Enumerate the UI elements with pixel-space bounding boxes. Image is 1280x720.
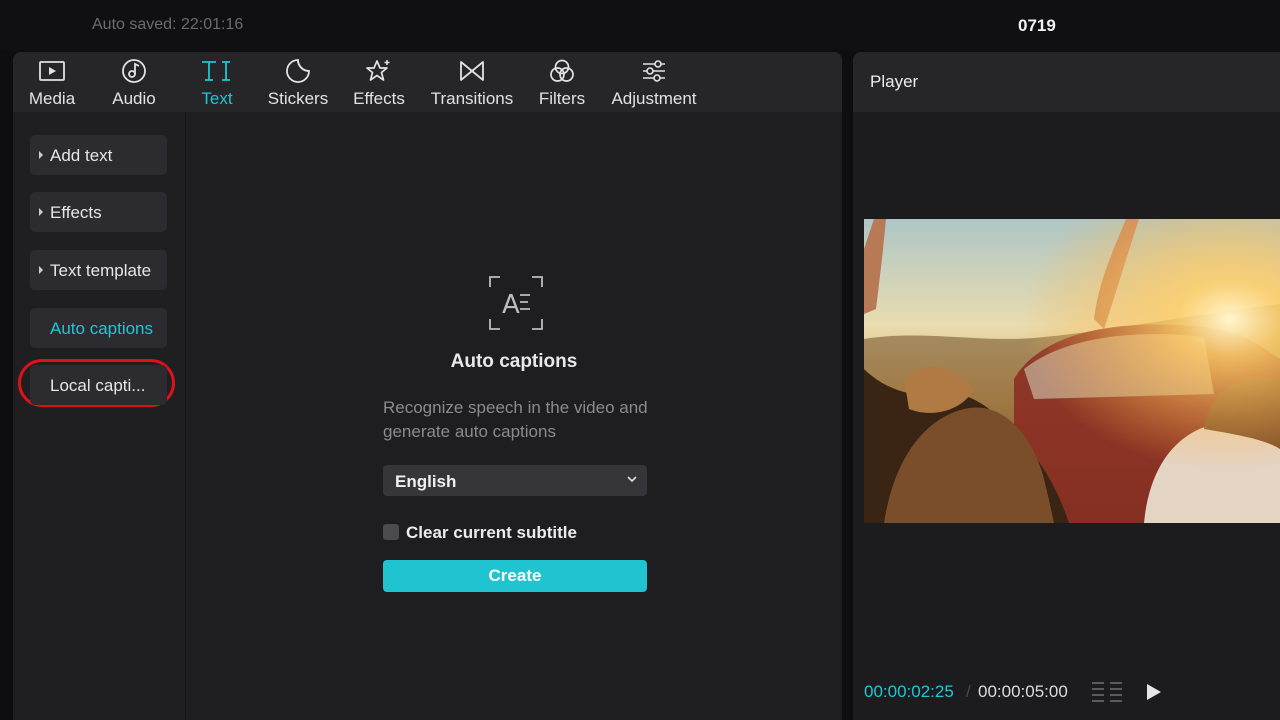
- audio-icon: [122, 59, 146, 83]
- sidebar-item-label: Effects: [50, 203, 102, 222]
- text-icon: [202, 61, 230, 81]
- tab-media[interactable]: Media: [26, 52, 78, 112]
- video-preview[interactable]: [864, 219, 1280, 523]
- sidebar-item-label: Auto captions: [50, 319, 154, 338]
- tab-label: Text: [201, 89, 233, 108]
- auto-captions-icon: A: [489, 276, 543, 330]
- top-bar: Auto saved: 22:01:16 0719: [0, 0, 1280, 50]
- tab-text[interactable]: Text: [195, 52, 239, 112]
- auto-captions-panel: A Auto captions Recognize speech in the …: [186, 112, 842, 720]
- resource-panel: Media Audio Text Stickers Effects Transi…: [13, 52, 842, 720]
- sidebar-item-effects[interactable]: Effects: [30, 192, 167, 232]
- total-time: 00:00:05:00: [978, 682, 1068, 701]
- sidebar-item-auto-captions[interactable]: Auto captions: [30, 308, 167, 348]
- auto-captions-description: Recognize speech in the video and genera…: [383, 398, 648, 441]
- language-select[interactable]: English: [383, 465, 647, 496]
- play-icon[interactable]: [1145, 682, 1163, 702]
- tab-label: Audio: [112, 89, 156, 108]
- tab-label: Media: [28, 89, 76, 108]
- tab-label: Filters: [538, 89, 586, 108]
- sidebar-item-local-captions[interactable]: Local capti...: [30, 365, 167, 405]
- tab-adjustment[interactable]: Adjustment: [609, 52, 699, 112]
- project-name[interactable]: 0719: [1018, 16, 1056, 36]
- stickers-icon: [286, 59, 310, 83]
- transitions-icon: [460, 61, 484, 81]
- create-button[interactable]: Create: [383, 560, 647, 592]
- sidebar-item-add-text[interactable]: Add text: [30, 135, 167, 175]
- player-panel: Player 00:00:02:25 / 00:00:05:00: [853, 52, 1280, 720]
- filters-icon: [550, 59, 574, 82]
- autosave-status: Auto saved: 22:01:16: [92, 16, 244, 33]
- player-header: Player: [853, 52, 1280, 112]
- media-icon: [39, 61, 65, 81]
- language-value: English: [395, 472, 457, 491]
- expand-triangle-icon: [39, 208, 43, 216]
- tab-effects[interactable]: Effects: [350, 52, 408, 112]
- clear-subtitle-label: Clear current subtitle: [406, 523, 577, 542]
- sidebar-item-label: Add text: [50, 146, 113, 165]
- tab-transitions[interactable]: Transitions: [427, 52, 517, 112]
- svg-text:A: A: [502, 290, 520, 320]
- expand-triangle-icon: [39, 151, 43, 159]
- tab-label: Effects: [353, 89, 405, 108]
- tab-label: Adjustment: [611, 89, 697, 108]
- time-separator: /: [966, 682, 971, 701]
- text-sidebar: Add text Effects Text template Auto capt…: [13, 112, 186, 720]
- expand-triangle-icon: [39, 266, 43, 274]
- current-time: 00:00:02:25: [864, 682, 954, 701]
- sidebar-item-label: Text template: [50, 261, 152, 280]
- sidebar-item-label: Local capti...: [50, 376, 146, 395]
- adjustment-icon: [643, 60, 665, 82]
- tab-audio[interactable]: Audio: [109, 52, 159, 112]
- tab-stickers[interactable]: Stickers: [265, 52, 331, 112]
- sidebar-item-text-template[interactable]: Text template: [30, 250, 167, 290]
- video-frame-image: [864, 219, 1280, 523]
- tab-label: Stickers: [267, 89, 329, 108]
- auto-captions-title: Auto captions: [450, 351, 578, 372]
- tab-label: Transitions: [430, 89, 514, 108]
- tab-filters[interactable]: Filters: [536, 52, 588, 112]
- chevron-down-icon: [627, 476, 637, 483]
- player-title: Player: [870, 72, 919, 91]
- effects-icon: [366, 60, 390, 81]
- toolbar: Media Audio Text Stickers Effects Transi…: [13, 52, 842, 112]
- clear-subtitle-checkbox[interactable]: [383, 524, 399, 540]
- layout-grid-icon[interactable]: [1090, 680, 1124, 704]
